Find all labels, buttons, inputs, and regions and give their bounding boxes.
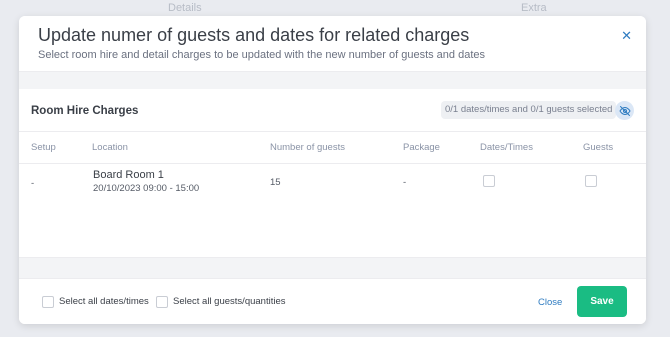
column-header-number-of-guests: Number of guests: [270, 142, 345, 153]
modal-subtitle: Select room hire and detail charges to b…: [38, 49, 486, 61]
save-button[interactable]: Save: [577, 286, 627, 317]
background-tabs: Details Extra: [0, 0, 670, 16]
row-location: Board Room 1: [93, 169, 164, 181]
modal-header: Update numer of guests and dates for rel…: [19, 16, 646, 71]
section-divider: [19, 131, 646, 132]
row-setup: -: [31, 178, 35, 189]
select-all-dates-checkbox[interactable]: [42, 296, 54, 308]
eye-off-icon[interactable]: [615, 101, 634, 120]
select-all-guests-label: Select all guests/quantities: [173, 296, 286, 307]
close-button[interactable]: Close: [538, 297, 562, 308]
row-package: -: [403, 177, 407, 188]
background-tab-extra: Extra: [521, 2, 547, 14]
header-separator-band: [19, 71, 646, 89]
update-charges-modal: Update numer of guests and dates for rel…: [19, 16, 646, 324]
select-all-dates-label: Select all dates/times: [59, 296, 149, 307]
select-all-guests-checkbox[interactable]: [156, 296, 168, 308]
section-title: Room Hire Charges: [31, 105, 139, 117]
column-header-dates-times: Dates/Times: [480, 142, 533, 153]
close-icon[interactable]: ✕: [621, 29, 632, 42]
background-tab-details: Details: [168, 2, 202, 14]
selected-summary-badge: 0/1 dates/times and 0/1 guests selected: [441, 101, 617, 119]
room-hire-charges-section: Room Hire Charges 0/1 dates/times and 0/…: [19, 89, 646, 257]
column-header-guests: Guests: [583, 142, 614, 153]
header-divider: [19, 163, 646, 164]
row-number-of-guests: 15: [270, 177, 281, 188]
column-header-setup: Setup: [31, 142, 56, 153]
dates-times-checkbox[interactable]: [483, 175, 495, 187]
row-datetime: 20/10/2023 09:00 - 15:00: [93, 183, 200, 194]
guests-checkbox[interactable]: [585, 175, 597, 187]
column-header-location: Location: [92, 142, 128, 153]
modal-title: Update numer of guests and dates for rel…: [38, 25, 470, 45]
column-header-package: Package: [403, 142, 440, 153]
footer-separator-band: [19, 257, 646, 279]
